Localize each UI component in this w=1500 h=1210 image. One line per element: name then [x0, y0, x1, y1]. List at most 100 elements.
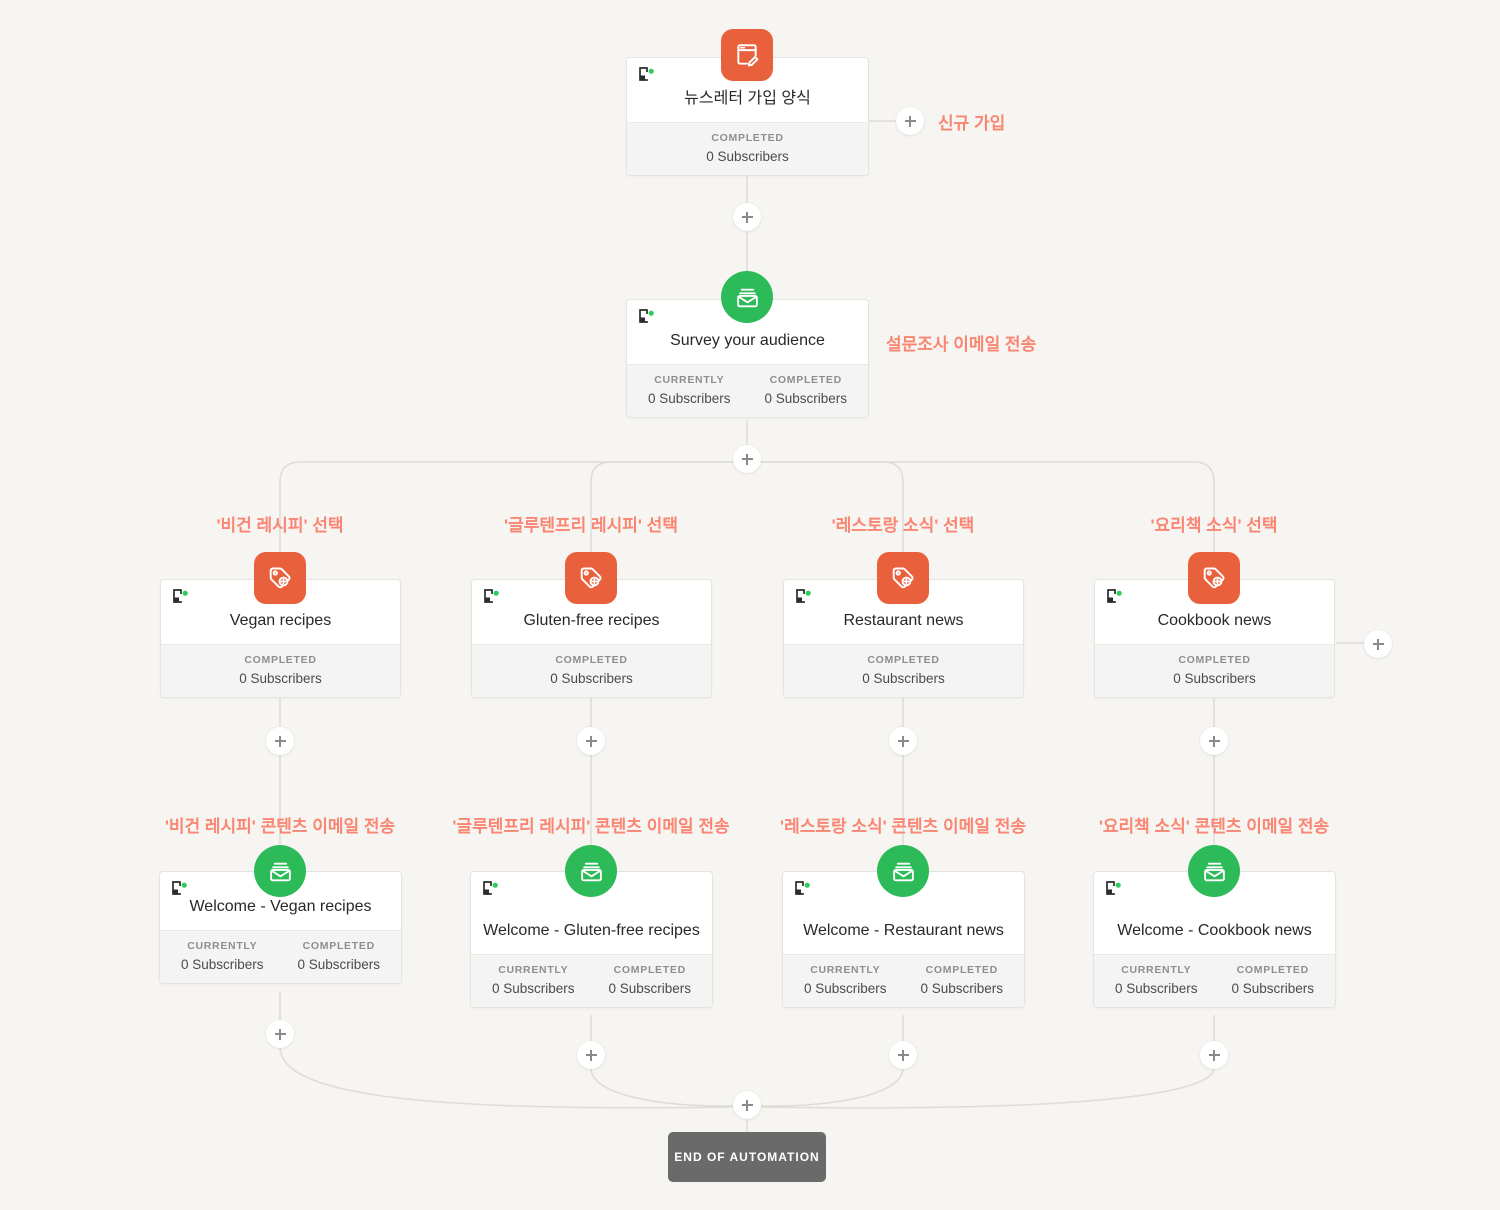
- stat-value: 0 Subscribers: [1231, 981, 1315, 996]
- email-icon[interactable]: [565, 845, 617, 897]
- node-footer: CURRENTLY 0 Subscribers COMPLETED 0 Subs…: [160, 930, 401, 983]
- stat-currently: CURRENTLY 0 Subscribers: [475, 964, 592, 996]
- node-footer: CURRENTLY 0 Subscribers COMPLETED 0 Subs…: [471, 954, 712, 1007]
- add-step-button-signup-right[interactable]: [896, 107, 924, 135]
- stat-completed: COMPLETED 0 Subscribers: [165, 654, 396, 686]
- stat-label: COMPLETED: [769, 374, 842, 386]
- stat-completed: COMPLETED 0 Subscribers: [904, 964, 1021, 996]
- stat-value: 0 Subscribers: [764, 391, 848, 406]
- form-icon[interactable]: [721, 29, 773, 81]
- stat-label: CURRENTLY: [1121, 964, 1192, 976]
- annotation-welcome-gluten-free: '글루텐프리 레시피' 콘텐츠 이메일 전송: [452, 817, 730, 836]
- end-of-automation-label: END OF AUTOMATION: [674, 1150, 820, 1164]
- node-title: Vegan recipes: [229, 612, 332, 630]
- stat-label: CURRENTLY: [654, 374, 725, 386]
- stat-label: COMPLETED: [613, 964, 686, 976]
- stat-label: CURRENTLY: [810, 964, 881, 976]
- add-step-button-final[interactable]: [733, 1091, 761, 1119]
- document-status-icon: [1106, 589, 1124, 605]
- stat-label: COMPLETED: [867, 654, 940, 666]
- stat-label: COMPLETED: [302, 940, 375, 952]
- email-icon[interactable]: [877, 845, 929, 897]
- annotation-survey: 설문조사 이메일 전송: [886, 335, 1037, 354]
- node-footer: CURRENTLY 0 Subscribers COMPLETED 0 Subs…: [627, 364, 868, 417]
- stat-value: 0 Subscribers: [239, 671, 322, 686]
- node-footer: CURRENTLY 0 Subscribers COMPLETED 0 Subs…: [1094, 954, 1335, 1007]
- stat-completed: COMPLETED 0 Subscribers: [1215, 964, 1332, 996]
- stat-label: COMPLETED: [1178, 654, 1251, 666]
- node-footer: COMPLETED 0 Subscribers: [472, 644, 711, 697]
- stat-value: 0 Subscribers: [608, 981, 692, 996]
- node-footer: COMPLETED 0 Subscribers: [627, 122, 868, 175]
- node-title: Restaurant news: [843, 612, 964, 630]
- automation-canvas: 뉴스레터 가입 양식 COMPLETED 0 Subscribers 신규 가입: [0, 0, 1500, 1210]
- stat-value: 0 Subscribers: [920, 981, 1004, 996]
- stat-value: 0 Subscribers: [491, 981, 575, 996]
- tag-add-icon[interactable]: [254, 552, 306, 604]
- stat-value: 0 Subscribers: [706, 149, 789, 164]
- node-title: Gluten-free recipes: [523, 612, 660, 630]
- annotation-tag-cookbook: '요리책 소식' 선택: [1150, 516, 1278, 535]
- add-step-button-after-tag-cookbook[interactable]: [1200, 727, 1228, 755]
- stat-value: 0 Subscribers: [550, 671, 633, 686]
- annotation-welcome-cookbook: '요리책 소식' 콘텐츠 이메일 전송: [1098, 817, 1330, 836]
- add-step-button-branch[interactable]: [733, 445, 761, 473]
- node-title: Welcome - Restaurant news: [803, 922, 1004, 940]
- node-title: Welcome - Gluten-free recipes: [483, 922, 700, 940]
- stat-label: COMPLETED: [711, 132, 784, 144]
- document-status-icon: [794, 881, 812, 897]
- add-step-button-after-welcome-cookbook[interactable]: [1200, 1041, 1228, 1069]
- stat-completed: COMPLETED 0 Subscribers: [788, 654, 1019, 686]
- node-title: Welcome - Vegan recipes: [189, 898, 372, 916]
- stat-label: COMPLETED: [244, 654, 317, 666]
- stat-completed: COMPLETED 0 Subscribers: [1099, 654, 1330, 686]
- stat-label: COMPLETED: [925, 964, 998, 976]
- node-title: Cookbook news: [1157, 612, 1272, 630]
- add-step-button-after-tag-gluten-free[interactable]: [577, 727, 605, 755]
- add-step-button-after-welcome-gluten-free[interactable]: [577, 1041, 605, 1069]
- stat-value: 0 Subscribers: [862, 671, 945, 686]
- document-status-icon: [482, 881, 500, 897]
- node-footer: COMPLETED 0 Subscribers: [1095, 644, 1334, 697]
- stat-completed: COMPLETED 0 Subscribers: [476, 654, 707, 686]
- add-step-button-after-tag-restaurant[interactable]: [889, 727, 917, 755]
- stat-completed: COMPLETED 0 Subscribers: [592, 964, 709, 996]
- stat-value: 0 Subscribers: [180, 957, 264, 972]
- annotation-welcome-restaurant: '레스토랑 소식' 콘텐츠 이메일 전송: [780, 817, 1026, 836]
- add-step-button-cookbook-right[interactable]: [1364, 630, 1392, 658]
- annotation-tag-gluten-free: '글루텐프리 레시피' 선택: [504, 516, 678, 535]
- add-step-button-signup-below[interactable]: [733, 203, 761, 231]
- stat-value: 0 Subscribers: [297, 957, 381, 972]
- annotation-tag-restaurant: '레스토랑 소식' 선택: [831, 516, 975, 535]
- email-icon[interactable]: [1188, 845, 1240, 897]
- document-status-icon: [483, 589, 501, 605]
- tag-add-icon[interactable]: [1188, 552, 1240, 604]
- stat-label: COMPLETED: [555, 654, 628, 666]
- document-status-icon: [638, 309, 656, 325]
- stat-completed: COMPLETED 0 Subscribers: [748, 374, 865, 406]
- stat-completed: COMPLETED 0 Subscribers: [281, 940, 398, 972]
- stat-label: CURRENTLY: [498, 964, 569, 976]
- email-icon[interactable]: [721, 271, 773, 323]
- annotation-signup: 신규 가입: [938, 114, 1006, 133]
- stat-label: COMPLETED: [1236, 964, 1309, 976]
- stat-completed: COMPLETED 0 Subscribers: [631, 132, 864, 164]
- tag-add-icon[interactable]: [877, 552, 929, 604]
- email-icon[interactable]: [254, 845, 306, 897]
- add-step-button-after-welcome-restaurant[interactable]: [889, 1041, 917, 1069]
- annotation-tag-vegan: '비건 레시피' 선택: [216, 516, 344, 535]
- node-footer: CURRENTLY 0 Subscribers COMPLETED 0 Subs…: [783, 954, 1024, 1007]
- stat-currently: CURRENTLY 0 Subscribers: [631, 374, 748, 406]
- document-status-icon: [172, 589, 190, 605]
- end-of-automation-pill: END OF AUTOMATION: [668, 1132, 826, 1182]
- stat-value: 0 Subscribers: [1173, 671, 1256, 686]
- annotation-welcome-vegan: '비건 레시피' 콘텐츠 이메일 전송: [164, 817, 396, 836]
- tag-add-icon[interactable]: [565, 552, 617, 604]
- add-step-button-after-welcome-vegan[interactable]: [266, 1020, 294, 1048]
- stat-currently: CURRENTLY 0 Subscribers: [787, 964, 904, 996]
- document-status-icon: [1105, 881, 1123, 897]
- document-status-icon: [171, 881, 189, 897]
- stat-currently: CURRENTLY 0 Subscribers: [164, 940, 281, 972]
- add-step-button-after-tag-vegan[interactable]: [266, 727, 294, 755]
- node-title: 뉴스레터 가입 양식: [684, 90, 811, 108]
